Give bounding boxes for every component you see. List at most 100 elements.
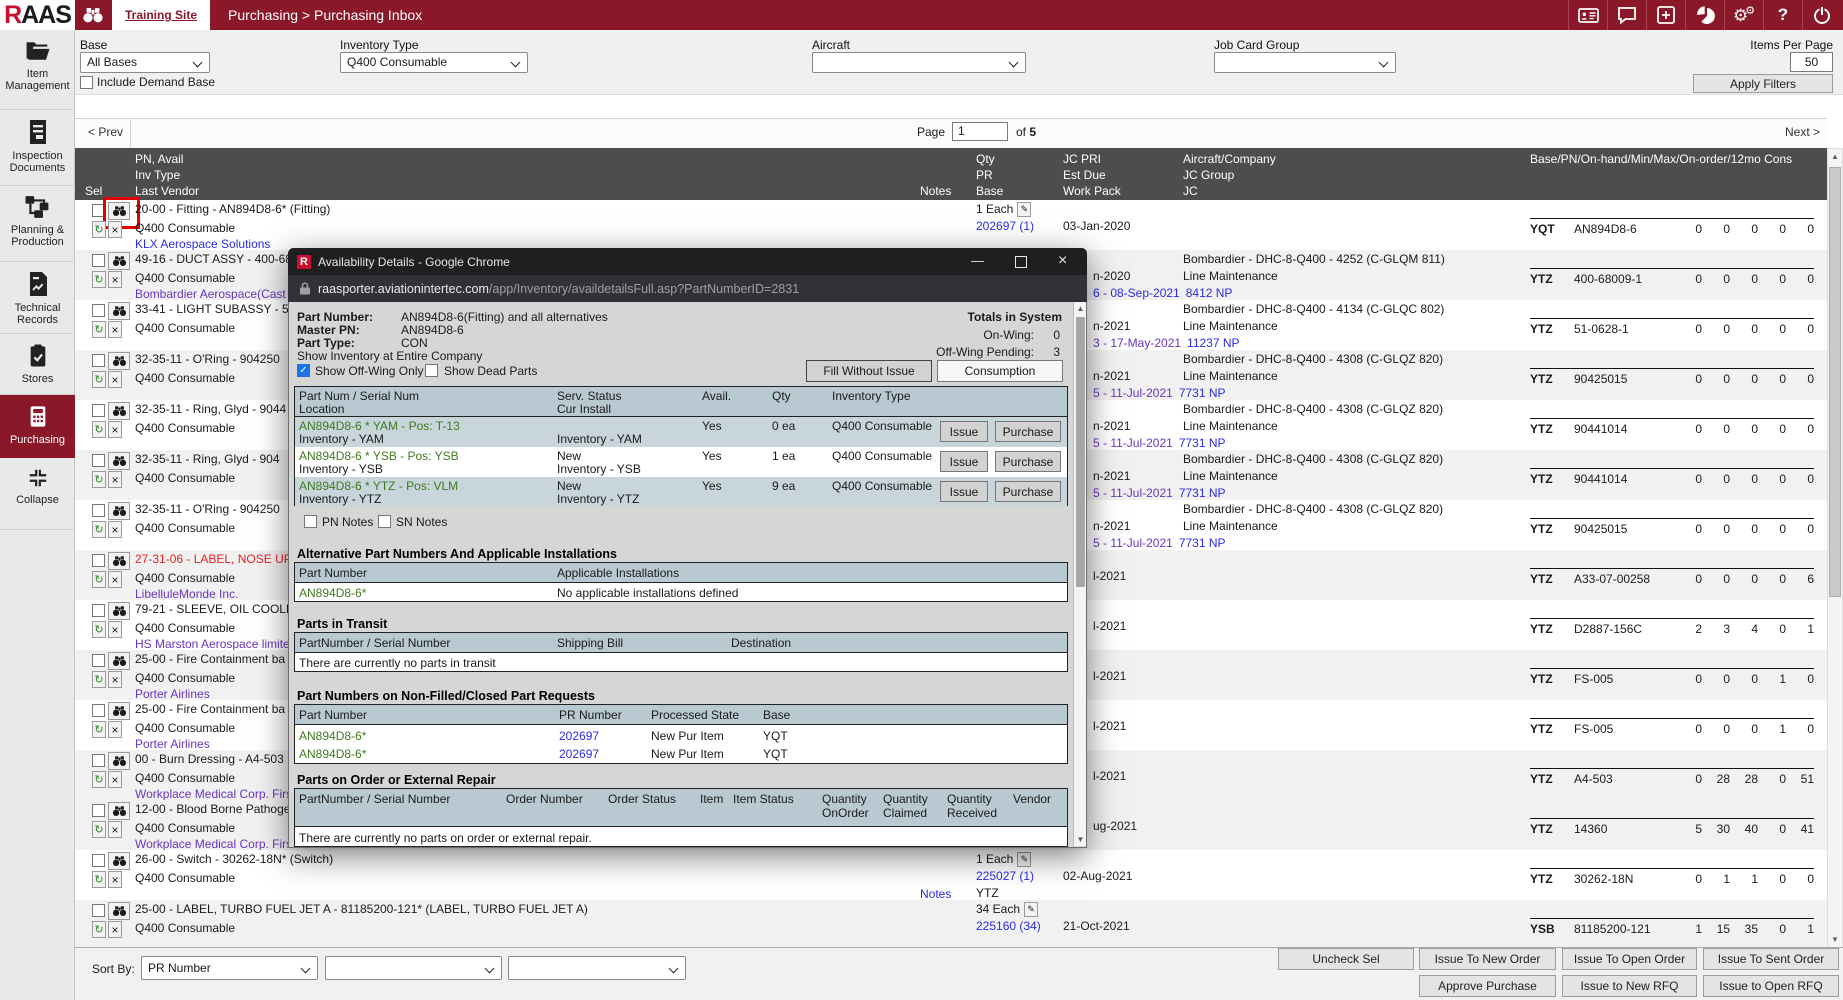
issue-to-open-rfq-button[interactable]: Issue to Open RFQ (1703, 975, 1839, 997)
show-entire-company[interactable]: Show Inventory at Entire Company (297, 349, 482, 363)
show-off-wing-only-checkbox[interactable]: ✓ (297, 364, 310, 377)
minimize-icon[interactable]: — (971, 253, 984, 268)
row-select-checkbox[interactable] (92, 554, 105, 567)
issue-to-new-rfq-button[interactable]: Issue to New RFQ (1562, 975, 1697, 997)
refresh-icon[interactable]: ↻ (92, 721, 106, 738)
issue-to-sent-order-button[interactable]: Issue To Sent Order (1703, 948, 1839, 970)
refresh-icon[interactable]: ↻ (92, 921, 106, 938)
remove-icon[interactable]: × (108, 371, 122, 388)
row-select-checkbox[interactable] (92, 904, 105, 917)
remove-icon[interactable]: × (108, 921, 122, 938)
part-title[interactable]: 26-00 - Switch - 30262-18N* (Switch) (135, 852, 333, 866)
include-demand-base-checkbox[interactable] (80, 76, 93, 89)
sidebar-item-purchasing[interactable]: Purchasing (0, 395, 75, 458)
edit-pencil-icon[interactable]: ✎ (1024, 902, 1038, 917)
sidebar-item-technical-records[interactable]: Technical Records (0, 262, 75, 334)
close-icon[interactable]: × (1058, 252, 1067, 270)
vendor-link[interactable]: Workplace Medical Corp. Firs (135, 837, 292, 851)
vendor-link[interactable]: Porter Airlines (135, 737, 210, 751)
refresh-icon[interactable]: ↻ (92, 871, 106, 888)
notes-link[interactable]: Notes (920, 887, 951, 901)
part-title[interactable]: 32-35-11 - O'Ring - 904250 (135, 352, 280, 366)
binoculars-icon[interactable] (82, 7, 104, 26)
base-filter-select[interactable]: All Bases (80, 52, 210, 73)
consumption-button[interactable]: Consumption (937, 360, 1063, 382)
approve-purchase-button[interactable]: Approve Purchase (1419, 975, 1556, 997)
maximize-icon[interactable] (1015, 256, 1027, 268)
refresh-icon[interactable]: ↻ (92, 621, 106, 638)
help-icon[interactable]: ? (1763, 0, 1802, 30)
sidebar-item-stores[interactable]: Stores (0, 334, 75, 395)
next-page-button[interactable]: Next > (1785, 125, 1820, 139)
scroll-up-arrow[interactable]: ▲ (1828, 152, 1842, 161)
remove-icon[interactable]: × (108, 221, 122, 238)
issue-button[interactable]: Issue (940, 421, 988, 442)
issue-to-open-order-button[interactable]: Issue To Open Order (1562, 948, 1697, 970)
part-title[interactable]: 79-21 - SLEEVE, OIL COOLE (135, 602, 294, 616)
part-title[interactable]: 32-35-11 - Ring, Glyd - 9044 (135, 402, 286, 416)
work-pack-fragment[interactable]: 5 - 11-Jul-20217731 NP (1093, 536, 1226, 550)
part-title[interactable]: 12-00 - Blood Borne Pathoge (135, 802, 290, 816)
work-pack-fragment[interactable]: 3 - 17-May-202111237 NP (1093, 336, 1240, 350)
add-icon[interactable] (1646, 0, 1685, 30)
inv-part-num[interactable]: AN894D8-6 * YSB - Pos: YSB (299, 449, 459, 463)
pr-link[interactable]: 225160 (34) (976, 919, 1041, 933)
availability-binoculars-icon[interactable] (108, 652, 130, 670)
show-dead-parts-checkbox[interactable] (425, 364, 438, 377)
req-pr-link[interactable]: 202697 (559, 729, 599, 743)
availability-binoculars-icon[interactable] (108, 502, 130, 520)
vendor-link[interactable]: Workplace Medical Corp. Firs (135, 787, 292, 801)
edit-pencil-icon[interactable]: ✎ (1017, 202, 1031, 217)
remove-icon[interactable]: × (108, 471, 122, 488)
sort-select-1[interactable]: PR Number (141, 956, 318, 980)
part-title[interactable]: 32-35-11 - O'Ring - 904250 (135, 502, 280, 516)
issue-to-new-order-button[interactable]: Issue To New Order (1419, 948, 1556, 970)
part-title[interactable]: 25-00 - Fire Containment ba (135, 702, 285, 716)
refresh-icon[interactable]: ↻ (92, 521, 106, 538)
purchase-button[interactable]: Purchase (995, 481, 1061, 502)
purchase-button[interactable]: Purchase (995, 421, 1061, 442)
refresh-icon[interactable]: ↻ (92, 321, 106, 338)
work-pack-fragment[interactable]: 5 - 11-Jul-20217731 NP (1093, 436, 1226, 450)
tab-training-site[interactable]: Training Site (112, 0, 210, 30)
row-select-checkbox[interactable] (92, 254, 105, 267)
vendor-link[interactable]: Porter Airlines (135, 687, 210, 701)
row-select-checkbox[interactable] (92, 304, 105, 317)
sidebar-item-inspection-documents[interactable]: Inspection Documents (0, 110, 75, 186)
part-title[interactable]: 20-00 - Fitting - AN894D8-6* (Fitting) (135, 202, 330, 216)
row-select-checkbox[interactable] (92, 404, 105, 417)
refresh-icon[interactable]: ↻ (92, 471, 106, 488)
remove-icon[interactable]: × (108, 521, 122, 538)
popup-url[interactable]: raasporter.aviationintertec.com/app/Inve… (318, 282, 799, 296)
alt-part-number[interactable]: AN894D8-6* (299, 586, 366, 600)
vendor-link[interactable]: LibelluleMonde Inc. (135, 587, 238, 601)
sidebar-item-item-management[interactable]: Item Management (0, 30, 75, 110)
issue-button[interactable]: Issue (940, 481, 988, 502)
refresh-icon[interactable]: ↻ (92, 421, 106, 438)
remove-icon[interactable]: × (108, 821, 122, 838)
row-select-checkbox[interactable] (92, 854, 105, 867)
scroll-down-arrow[interactable]: ▼ (1074, 835, 1087, 844)
uncheck-sel-button[interactable]: Uncheck Sel (1278, 948, 1414, 970)
vendor-link[interactable]: Bombardier Aerospace(Cast (135, 287, 286, 301)
refresh-icon[interactable]: ↻ (92, 571, 106, 588)
remove-icon[interactable]: × (108, 271, 122, 288)
popup-title-bar[interactable]: R Availability Details - Google Chrome —… (288, 248, 1087, 275)
inventory-type-select[interactable]: Q400 Consumable (340, 52, 528, 73)
availability-binoculars-icon[interactable] (108, 852, 130, 870)
refresh-icon[interactable]: ↻ (92, 771, 106, 788)
prev-page-button[interactable]: < Prev (88, 125, 123, 139)
scrollbar-thumb[interactable] (1076, 317, 1085, 587)
row-select-checkbox[interactable] (92, 454, 105, 467)
availability-binoculars-icon[interactable] (108, 252, 130, 270)
remove-icon[interactable]: × (108, 671, 122, 688)
pn-notes-checkbox[interactable] (304, 515, 317, 528)
main-scrollbar[interactable]: ▲ ▼ (1827, 148, 1843, 948)
sidebar-item-planning-production[interactable]: Planning & Production (0, 186, 75, 262)
vendor-link[interactable]: HS Marston Aerospace limite (135, 637, 290, 651)
scroll-down-arrow[interactable]: ▼ (1828, 935, 1842, 944)
chat-icon[interactable] (1607, 0, 1646, 30)
issue-button[interactable]: Issue (940, 451, 988, 472)
availability-binoculars-icon[interactable] (108, 902, 130, 920)
row-select-checkbox[interactable] (92, 804, 105, 817)
